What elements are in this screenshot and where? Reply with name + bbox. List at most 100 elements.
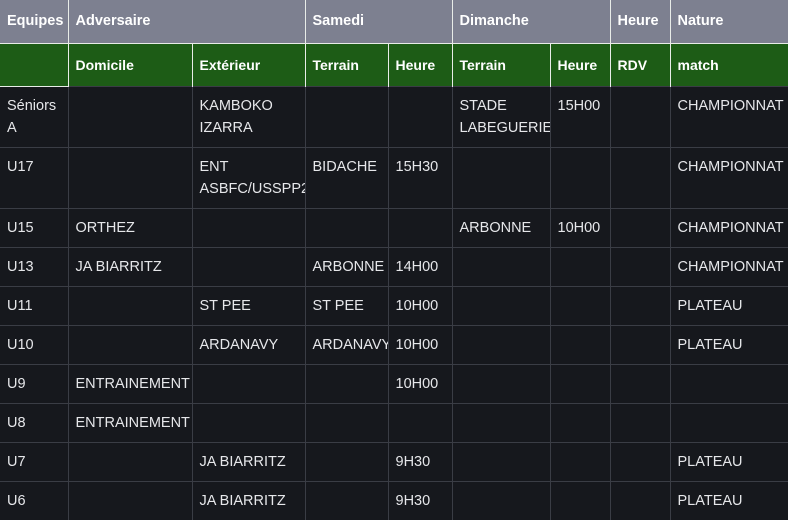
cell-samedi-heure — [388, 207, 453, 247]
cell-equipe: U15 — [0, 207, 69, 247]
sub-header-dimanche-heure: Heure — [550, 43, 611, 86]
cell-exterieur: JA BIARRITZ — [192, 441, 306, 481]
cell-nature — [670, 402, 788, 442]
sub-header-samedi-heure: Heure — [388, 43, 453, 86]
group-header-samedi: Samedi — [305, 0, 453, 44]
table-header: Equipes Adversaire Samedi Dimanche Heure… — [0, 0, 788, 87]
cell-samedi-heure: 10H00 — [388, 324, 453, 364]
cell-samedi-terrain — [305, 207, 389, 247]
cell-exterieur: ST PEE — [192, 285, 306, 325]
equipes-green-filler — [0, 43, 67, 85]
cell-samedi-terrain — [305, 363, 389, 403]
table-row: Séniors A KAMBOKO IZARRA STADE LABEGUERI… — [0, 85, 788, 147]
cell-dimanche-terrain — [452, 246, 551, 286]
cell-dimanche-heure: 15H00 — [550, 85, 611, 147]
group-header-adversaire: Adversaire — [68, 0, 306, 44]
sub-header-dimanche-terrain: Terrain — [452, 43, 551, 86]
sub-header-samedi-terrain: Terrain — [305, 43, 389, 86]
cell-domicile: ENTRAINEMENT — [68, 363, 193, 403]
cell-nature — [670, 363, 788, 403]
cell-rdv — [610, 146, 671, 208]
cell-samedi-heure — [388, 85, 453, 147]
cell-domicile — [68, 85, 193, 147]
cell-exterieur: ENT ASBFC/USSPP2 — [192, 146, 306, 208]
table-body: Séniors A KAMBOKO IZARRA STADE LABEGUERI… — [0, 85, 788, 520]
cell-dimanche-terrain — [452, 285, 551, 325]
cell-dimanche-heure — [550, 402, 611, 442]
cell-domicile — [68, 285, 193, 325]
cell-rdv — [610, 441, 671, 481]
cell-dimanche-terrain — [452, 402, 551, 442]
cell-samedi-terrain: ARBONNE — [305, 246, 389, 286]
group-header-equipes-label: Equipes — [7, 13, 64, 29]
cell-equipe: U13 — [0, 246, 69, 286]
cell-rdv — [610, 324, 671, 364]
cell-dimanche-terrain — [452, 146, 551, 208]
cell-samedi-terrain — [305, 85, 389, 147]
cell-samedi-terrain — [305, 402, 389, 442]
cell-exterieur — [192, 363, 306, 403]
cell-rdv — [610, 285, 671, 325]
match-schedule-table: Equipes Adversaire Samedi Dimanche Heure… — [0, 0, 788, 520]
cell-equipe: U11 — [0, 285, 69, 325]
cell-dimanche-terrain: STADE LABEGUERIE — [452, 85, 551, 147]
table-row: U11 ST PEE ST PEE 10H00 PLATEAU — [0, 285, 788, 325]
cell-nature: CHAMPIONNAT — [670, 85, 788, 147]
table-row: U9 ENTRAINEMENT 10H00 — [0, 363, 788, 403]
sub-header-row: Domicile Extérieur Terrain Heure Terrain… — [0, 43, 788, 86]
cell-dimanche-terrain — [452, 324, 551, 364]
table-row: U13 JA BIARRITZ ARBONNE 14H00 CHAMPIONNA… — [0, 246, 788, 286]
cell-nature: PLATEAU — [670, 324, 788, 364]
table-row: U10 ARDANAVY ARDANAVY 10H00 PLATEAU — [0, 324, 788, 364]
cell-dimanche-heure — [550, 285, 611, 325]
cell-dimanche-heure — [550, 146, 611, 208]
sub-header-exterieur: Extérieur — [192, 43, 306, 86]
table-row: U8 ENTRAINEMENT — [0, 402, 788, 442]
cell-exterieur — [192, 402, 306, 442]
cell-rdv — [610, 85, 671, 147]
cell-samedi-heure — [388, 402, 453, 442]
cell-equipe: U10 — [0, 324, 69, 364]
group-header-row: Equipes Adversaire Samedi Dimanche Heure… — [0, 0, 788, 87]
cell-nature: CHAMPIONNAT — [670, 207, 788, 247]
cell-exterieur — [192, 246, 306, 286]
cell-domicile — [68, 441, 193, 481]
cell-samedi-terrain: ARDANAVY — [305, 324, 389, 364]
cell-nature: CHAMPIONNAT — [670, 146, 788, 208]
cell-dimanche-heure — [550, 363, 611, 403]
group-header-heure: Heure — [610, 0, 671, 44]
cell-domicile: ENTRAINEMENT — [68, 402, 193, 442]
cell-samedi-heure: 10H00 — [388, 363, 453, 403]
cell-domicile — [68, 146, 193, 208]
cell-rdv — [610, 207, 671, 247]
table-row: U7 JA BIARRITZ 9H30 PLATEAU — [0, 441, 788, 481]
cell-equipe: U9 — [0, 363, 69, 403]
cell-rdv — [610, 363, 671, 403]
cell-equipe: U7 — [0, 441, 69, 481]
cell-exterieur: ARDANAVY — [192, 324, 306, 364]
group-header-nature: Nature — [670, 0, 788, 44]
cell-dimanche-heure: 10H00 — [550, 207, 611, 247]
cell-dimanche-terrain — [452, 441, 551, 481]
cell-samedi-terrain: ST PEE — [305, 285, 389, 325]
cell-nature: PLATEAU — [670, 285, 788, 325]
cell-equipe: U17 — [0, 146, 69, 208]
cell-equipe: U8 — [0, 402, 69, 442]
cell-equipe: Séniors A — [0, 85, 69, 147]
cell-domicile: ORTHEZ — [68, 207, 193, 247]
cell-rdv — [610, 246, 671, 286]
sub-header-rdv: RDV — [610, 43, 671, 86]
cell-domicile — [68, 324, 193, 364]
table-row: U17 ENT ASBFC/USSPP2 BIDACHE 15H30 CHAMP… — [0, 146, 788, 208]
sub-header-match: match — [670, 43, 788, 86]
cell-samedi-heure: 15H30 — [388, 146, 453, 208]
cell-rdv — [610, 402, 671, 442]
cell-samedi-heure: 14H00 — [388, 246, 453, 286]
cell-dimanche-terrain: ARBONNE — [452, 207, 551, 247]
cell-exterieur: KAMBOKO IZARRA — [192, 85, 306, 147]
cell-dimanche-heure — [550, 324, 611, 364]
cell-samedi-heure: 9H30 — [388, 441, 453, 481]
group-header-equipes: Equipes — [0, 0, 69, 87]
cell-domicile: JA BIARRITZ — [68, 246, 193, 286]
cell-dimanche-heure — [550, 441, 611, 481]
